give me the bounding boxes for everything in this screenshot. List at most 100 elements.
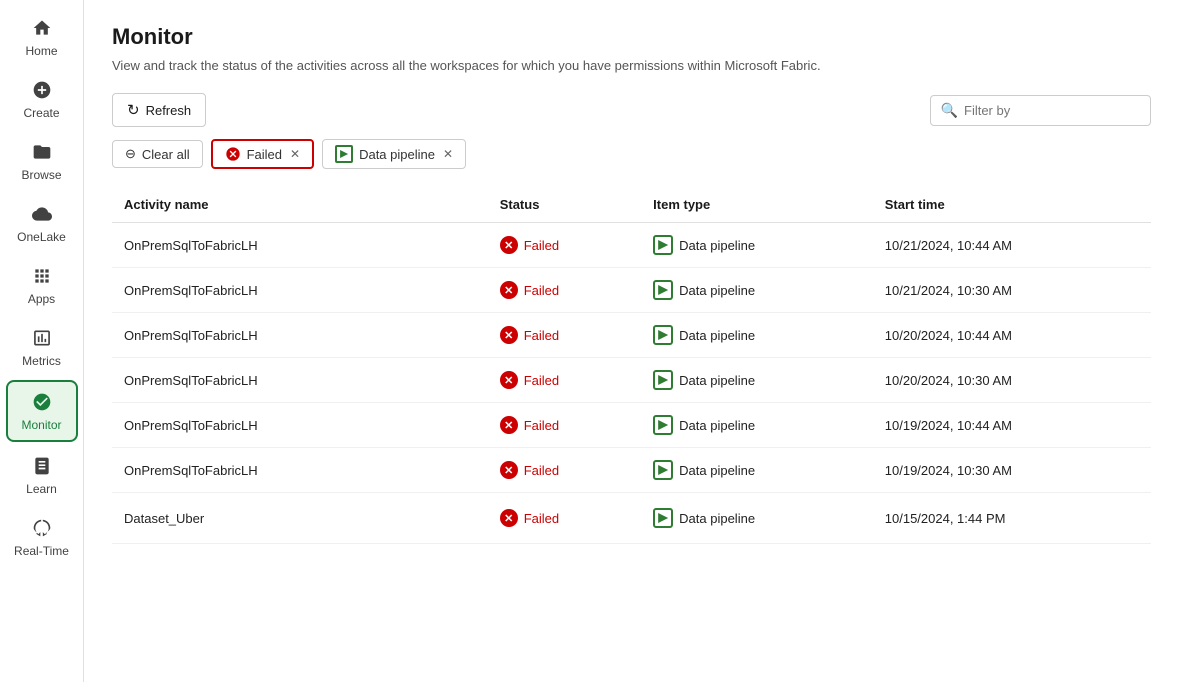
start-time-cell: 10/19/2024, 10:30 AM	[873, 448, 1151, 493]
pipeline-chip-icon	[335, 145, 353, 163]
table-row: OnPremSqlToFabricLH ✕ Failed Data pipeli…	[112, 448, 1151, 493]
search-icon: 🔍	[941, 102, 958, 119]
activity-name-text: Dataset_Uber	[124, 511, 204, 526]
sidebar-item-metrics-label: Metrics	[22, 354, 61, 368]
activity-name-cell: OnPremSqlToFabricLH	[112, 358, 488, 403]
failed-status-icon: ✕	[500, 326, 518, 344]
pipeline-filter-chip[interactable]: Data pipeline ✕	[322, 139, 466, 169]
sidebar-item-realtime-label: Real-Time	[14, 544, 69, 558]
table-body: OnPremSqlToFabricLH ✕ Failed Data pipeli…	[112, 223, 1151, 544]
pipeline-type-icon	[653, 235, 673, 255]
activity-name-text: OnPremSqlToFabricLH	[124, 463, 258, 478]
failed-status-icon: ✕	[500, 236, 518, 254]
sidebar-item-learn[interactable]: Learn	[6, 446, 78, 504]
clear-all-button[interactable]: ⊖ Clear all	[112, 140, 203, 168]
item-type-cell: Data pipeline	[641, 223, 873, 268]
page-title: Monitor	[112, 24, 1151, 50]
sidebar-item-metrics[interactable]: Metrics	[6, 318, 78, 376]
item-type-text: Data pipeline	[679, 238, 755, 253]
create-icon	[30, 78, 54, 102]
sidebar-item-create[interactable]: Create	[6, 70, 78, 128]
activity-name-text: OnPremSqlToFabricLH	[124, 283, 258, 298]
sidebar-item-learn-label: Learn	[26, 482, 57, 496]
col-start-time: Start time	[873, 189, 1151, 223]
col-item-type: Item type	[641, 189, 873, 223]
item-type-text: Data pipeline	[679, 373, 755, 388]
start-time-cell: 10/21/2024, 10:44 AM	[873, 223, 1151, 268]
home-icon	[30, 16, 54, 40]
filter-row: ⊖ Clear all Failed ✕ Data pipeline ✕	[112, 139, 1151, 169]
item-type-text: Data pipeline	[679, 463, 755, 478]
start-time-cell: 10/20/2024, 10:44 AM	[873, 313, 1151, 358]
table-row: OnPremSqlToFabricLH ✕ Failed Data pipeli…	[112, 313, 1151, 358]
pipeline-chip-close[interactable]: ✕	[443, 147, 453, 161]
item-type-cell: Data pipeline	[641, 358, 873, 403]
status-text: Failed	[524, 328, 559, 343]
sidebar-item-home[interactable]: Home	[6, 8, 78, 66]
item-type-text: Data pipeline	[679, 283, 755, 298]
item-type-cell: Data pipeline	[641, 493, 873, 544]
sidebar-item-onelake-label: OneLake	[17, 230, 66, 244]
sidebar-item-apps[interactable]: Apps	[6, 256, 78, 314]
main-content: Monitor View and track the status of the…	[84, 0, 1179, 682]
item-type-cell: Data pipeline	[641, 268, 873, 313]
onelake-icon	[30, 202, 54, 226]
clear-all-label: Clear all	[142, 147, 190, 162]
sidebar-item-monitor[interactable]: Monitor	[6, 380, 78, 442]
failed-status-icon: ✕	[500, 281, 518, 299]
failed-status-icon: ✕	[500, 509, 518, 527]
filter-input[interactable]	[964, 103, 1140, 118]
start-time-text: 10/21/2024, 10:44 AM	[885, 238, 1012, 253]
sidebar-item-home-label: Home	[25, 44, 57, 58]
monitor-icon	[30, 390, 54, 414]
metrics-icon	[30, 326, 54, 350]
sidebar-item-browse[interactable]: Browse	[6, 132, 78, 190]
status-cell: ✕ Failed	[488, 313, 641, 358]
activity-name-cell: OnPremSqlToFabricLH	[112, 223, 488, 268]
start-time-text: 10/19/2024, 10:30 AM	[885, 463, 1012, 478]
failed-chip-close[interactable]: ✕	[290, 147, 300, 161]
start-time-cell: 10/15/2024, 1:44 PM	[873, 493, 1151, 544]
activity-name-text: OnPremSqlToFabricLH	[124, 418, 258, 433]
status-cell: ✕ Failed	[488, 223, 641, 268]
table-header: Activity name Status Item type Start tim…	[112, 189, 1151, 223]
refresh-button[interactable]: ↻ Refresh	[112, 93, 206, 127]
item-type-text: Data pipeline	[679, 511, 755, 526]
refresh-label: Refresh	[146, 103, 192, 118]
table-row: OnPremSqlToFabricLH ✕ Failed Data pipeli…	[112, 358, 1151, 403]
pipeline-chip-label: Data pipeline	[359, 147, 435, 162]
refresh-icon: ↻	[127, 101, 140, 119]
failed-filter-chip[interactable]: Failed ✕	[211, 139, 314, 169]
start-time-text: 10/20/2024, 10:30 AM	[885, 373, 1012, 388]
info-button[interactable]: ⓘ	[246, 505, 272, 531]
filter-input-wrap[interactable]: 🔍	[930, 95, 1151, 126]
status-cell: ✕ Failed	[488, 358, 641, 403]
failed-status-icon: ✕	[500, 416, 518, 434]
item-type-cell: Data pipeline	[641, 403, 873, 448]
apps-icon	[30, 264, 54, 288]
sidebar-item-apps-label: Apps	[28, 292, 55, 306]
sidebar-item-onelake[interactable]: OneLake	[6, 194, 78, 252]
col-activity-name: Activity name	[112, 189, 488, 223]
activity-name-cell: OnPremSqlToFabricLH	[112, 313, 488, 358]
pipeline-type-icon	[653, 415, 673, 435]
more-button[interactable]: ···	[280, 507, 304, 529]
learn-icon	[30, 454, 54, 478]
activity-name-text: OnPremSqlToFabricLH	[124, 238, 258, 253]
pipeline-type-icon	[653, 460, 673, 480]
status-cell: ✕ Failed	[488, 268, 641, 313]
start-time-text: 10/21/2024, 10:30 AM	[885, 283, 1012, 298]
failed-chip-label: Failed	[247, 147, 282, 162]
sidebar-item-realtime[interactable]: Real-Time	[6, 508, 78, 566]
status-text: Failed	[524, 283, 559, 298]
status-text: Failed	[524, 418, 559, 433]
status-cell: ✕ Failed	[488, 403, 641, 448]
status-text: Failed	[524, 511, 559, 526]
table-row: OnPremSqlToFabricLH ✕ Failed Data pipeli…	[112, 403, 1151, 448]
page-subtitle: View and track the status of the activit…	[112, 58, 1151, 73]
activity-name-text: OnPremSqlToFabricLH	[124, 373, 258, 388]
activity-name-cell: Dataset_Uber ↺ ⓘ ···	[112, 493, 488, 544]
rerun-button[interactable]: ↺	[212, 505, 238, 531]
sidebar: Home Create Browse OneLake	[0, 0, 84, 682]
sidebar-item-monitor-label: Monitor	[21, 418, 61, 432]
